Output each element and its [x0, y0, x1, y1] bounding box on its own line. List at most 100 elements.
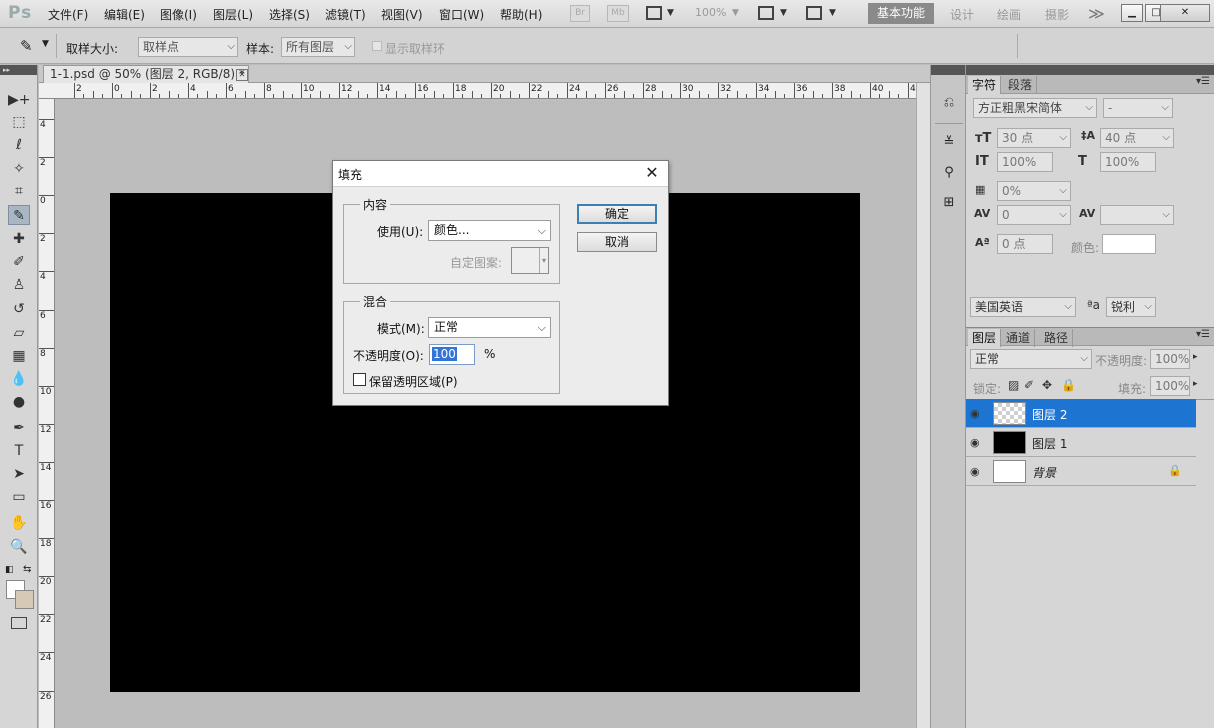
workspace-painting[interactable]: 绘画: [997, 6, 1021, 23]
chevron-down-icon[interactable]: ▼: [42, 39, 49, 49]
lock-paint-icon[interactable]: ✐: [1024, 378, 1034, 392]
path-select-tool[interactable]: ➤: [8, 464, 30, 484]
menu-view[interactable]: 视图(V): [381, 6, 423, 23]
dock-header[interactable]: [931, 65, 965, 75]
eye-icon[interactable]: ◉: [970, 407, 980, 420]
vertical-scrollbar[interactable]: [916, 83, 930, 728]
cancel-button[interactable]: 取消: [577, 232, 657, 252]
menu-filter[interactable]: 滤镜(T): [325, 6, 366, 23]
tab-channels[interactable]: 通道: [1002, 329, 1036, 347]
font-style-select[interactable]: - ⌵: [1103, 98, 1173, 118]
panel-menu-icon[interactable]: ▾☰: [1196, 329, 1210, 340]
ok-button[interactable]: 确定: [577, 204, 657, 224]
lock-position-icon[interactable]: ✥: [1042, 378, 1052, 392]
tab-paths[interactable]: 路径: [1040, 329, 1074, 347]
mini-bridge-button[interactable]: Mb: [607, 5, 629, 22]
more-workspaces-icon[interactable]: ≫: [1088, 4, 1105, 23]
dodge-tool[interactable]: ●: [8, 392, 30, 412]
brush-tool[interactable]: ✐: [8, 252, 30, 272]
blur-tool[interactable]: 💧: [8, 369, 30, 389]
dialog-titlebar[interactable]: 填充 ✕: [333, 161, 668, 187]
minimize-button[interactable]: ▁: [1121, 4, 1143, 22]
menu-edit[interactable]: 编辑(E): [104, 6, 145, 23]
marquee-tool[interactable]: ⬚: [8, 112, 30, 132]
background-color-swatch[interactable]: [15, 590, 34, 609]
bridge-button[interactable]: Br: [570, 5, 590, 22]
layer-fill-field[interactable]: 100%: [1150, 376, 1190, 396]
close-icon[interactable]: ✕: [642, 163, 662, 182]
zoom-level[interactable]: 100%: [695, 6, 726, 19]
tab-character[interactable]: 字符: [968, 76, 1002, 94]
tab-layers[interactable]: 图层: [968, 329, 1002, 347]
eye-icon[interactable]: ◉: [970, 436, 980, 449]
sample-size-select[interactable]: 取样点 ⌵: [138, 37, 238, 57]
panel-menu-icon[interactable]: ▾☰: [1196, 76, 1210, 87]
workspace-design[interactable]: 设计: [950, 6, 974, 23]
text-color-swatch[interactable]: [1102, 234, 1156, 254]
layer-blend-mode-select[interactable]: 正常 ⌵: [970, 349, 1092, 369]
layer-row[interactable]: ◉ 背景 🔒: [966, 457, 1196, 486]
default-colors-icon[interactable]: ◧: [5, 565, 14, 575]
font-size-field[interactable]: 30 点 ⌵: [997, 128, 1071, 148]
document-tab[interactable]: 1-1.psd @ 50% (图层 2, RGB/8) * ✕: [43, 65, 249, 83]
tracking-pct-field[interactable]: 0% ⌵: [997, 181, 1071, 201]
anti-alias-select[interactable]: 锐利 ⌵: [1106, 297, 1156, 317]
zoom-tool[interactable]: 🔍: [8, 537, 30, 557]
menu-image[interactable]: 图像(I): [160, 6, 197, 23]
type-tool[interactable]: T: [8, 441, 30, 461]
horizontal-scale-field[interactable]: 100%: [1100, 152, 1156, 172]
swap-colors-icon[interactable]: ⇆: [23, 564, 31, 575]
quick-mask-icon[interactable]: [11, 617, 27, 629]
close-window-button[interactable]: ✕: [1160, 4, 1210, 22]
history-brush-tool[interactable]: ↺: [8, 299, 30, 319]
opacity-input[interactable]: 100: [429, 344, 475, 365]
lasso-tool[interactable]: ℓ: [8, 135, 30, 155]
tools-panel-header[interactable]: ▸▸: [0, 65, 37, 75]
shape-tool[interactable]: ▭: [8, 487, 30, 507]
healing-brush-tool[interactable]: ✚: [8, 229, 30, 249]
tracking-field[interactable]: ⌵: [1100, 205, 1174, 225]
lock-all-icon[interactable]: 🔒: [1061, 378, 1076, 392]
hand-tool[interactable]: ✋: [8, 513, 30, 533]
use-select[interactable]: 颜色... ⌵: [428, 220, 551, 241]
font-family-select[interactable]: 方正粗黑宋简体 ⌵: [973, 98, 1097, 118]
leading-field[interactable]: 40 点 ⌵: [1100, 128, 1174, 148]
menu-window[interactable]: 窗口(W): [439, 6, 484, 23]
history-panel-icon[interactable]: ⎌: [939, 93, 959, 113]
screen-mode-icon[interactable]: [806, 6, 822, 20]
right-panels-header[interactable]: [966, 65, 1214, 75]
workspace-photography[interactable]: 摄影: [1045, 6, 1069, 23]
ruler-origin[interactable]: [39, 83, 55, 99]
crop-tool[interactable]: ⌗: [8, 181, 30, 201]
menu-layer[interactable]: 图层(L): [213, 6, 253, 23]
sample-select[interactable]: 所有图层 ⌵: [281, 37, 355, 57]
adjustments-panel-icon[interactable]: ≚: [939, 133, 959, 153]
arrange-documents-icon[interactable]: [758, 6, 774, 20]
move-tool[interactable]: ▶+: [8, 90, 31, 110]
vertical-ruler[interactable]: 4 2 0 2 4 6 8 10 12 14 16 18 20 22 24 26: [39, 99, 55, 728]
eraser-tool[interactable]: ▱: [8, 323, 30, 343]
gradient-tool[interactable]: ▦: [8, 346, 30, 366]
layer-opacity-field[interactable]: 100%: [1150, 349, 1190, 369]
close-icon[interactable]: ✕: [236, 69, 248, 81]
horizontal-ruler[interactable]: 2024681012141618202224262830323436384042: [54, 83, 916, 99]
eyedropper-tool[interactable]: ✎: [8, 205, 30, 225]
baseline-shift-field[interactable]: 0 点: [997, 234, 1053, 254]
menu-select[interactable]: 选择(S): [269, 6, 310, 23]
opacity-slider-arrow-icon[interactable]: ▸: [1193, 352, 1198, 362]
vertical-scale-field[interactable]: 100%: [997, 152, 1053, 172]
menu-help[interactable]: 帮助(H): [500, 6, 542, 23]
clone-stamp-tool[interactable]: ♙: [8, 275, 30, 295]
mode-select[interactable]: 正常 ⌵: [428, 317, 551, 338]
kerning-field[interactable]: 0 ⌵: [997, 205, 1071, 225]
brush-panel-icon[interactable]: ⚲: [939, 163, 959, 183]
layer-row[interactable]: ◉ 图层 2: [966, 399, 1196, 428]
pen-tool[interactable]: ✒: [8, 418, 30, 438]
menu-file[interactable]: 文件(F): [48, 6, 88, 23]
language-select[interactable]: 美国英语 ⌵: [970, 297, 1076, 317]
lock-transparent-icon[interactable]: ▨: [1008, 378, 1019, 392]
view-extras-icon[interactable]: [646, 6, 662, 20]
eyedropper-preset-icon[interactable]: ✎: [20, 37, 33, 55]
quick-select-tool[interactable]: ✧: [8, 159, 30, 179]
workspace-essentials[interactable]: 基本功能: [868, 3, 934, 24]
